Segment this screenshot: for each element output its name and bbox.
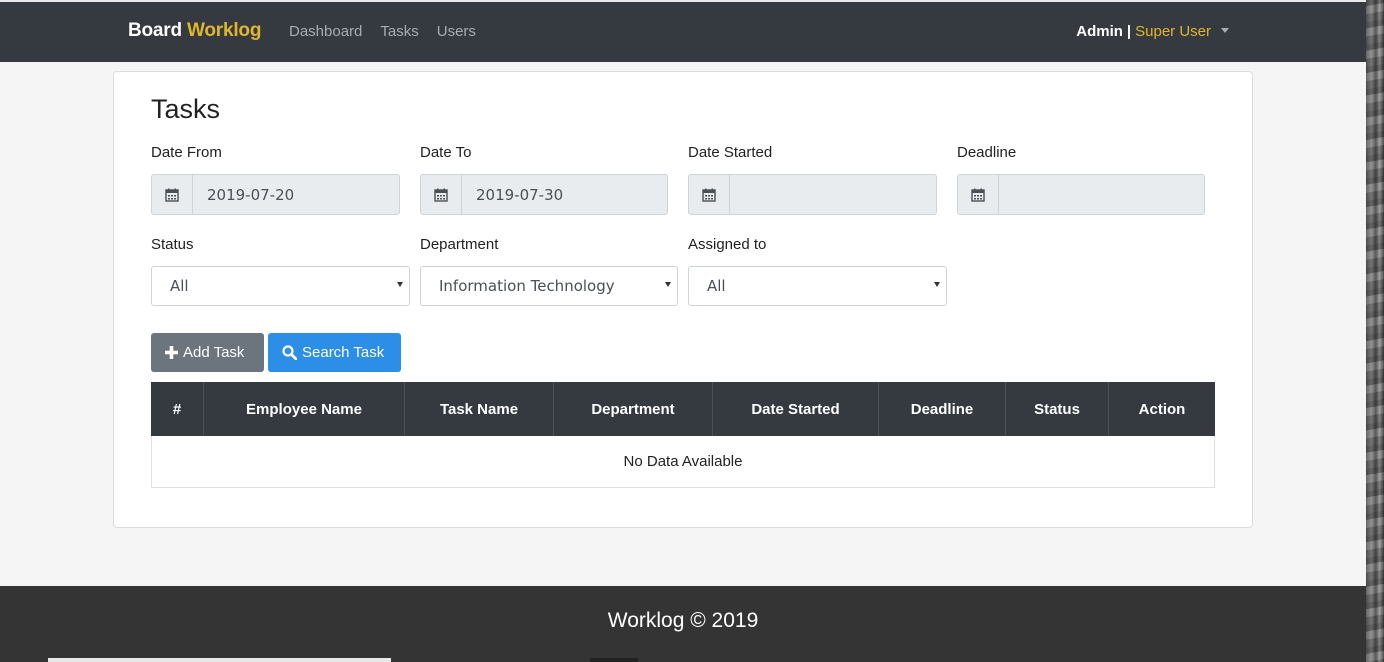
- empty-table-row: No Data Available: [151, 436, 1215, 488]
- date-started-label: Date Started: [688, 144, 773, 161]
- column-header-department[interactable]: Department: [554, 382, 713, 436]
- brand-logo[interactable]: Board Worklog: [128, 20, 261, 42]
- deadline-input[interactable]: [999, 174, 1205, 215]
- navbar: Board Worklog Dashboard Tasks Users Admi…: [0, 2, 1366, 62]
- table-header: # Employee Name Task Name Department Dat…: [151, 382, 1215, 436]
- status-select-value: All: [170, 277, 189, 295]
- footer-copyright: Worklog © 2019: [607, 609, 759, 632]
- calendar-icon[interactable]: [957, 174, 999, 215]
- column-header-status[interactable]: Status: [1006, 382, 1109, 436]
- user-role: Super User: [1135, 23, 1211, 40]
- user-separator: |: [1126, 23, 1132, 40]
- assigned-to-select[interactable]: All: [688, 266, 947, 306]
- calendar-icon[interactable]: [151, 174, 193, 215]
- user-name: Admin: [1076, 23, 1123, 40]
- date-from-group: 2019-07-20: [151, 174, 400, 215]
- plus-icon: [165, 346, 178, 359]
- nav-links: Dashboard Tasks Users: [289, 23, 476, 40]
- caret-down-icon: [1221, 27, 1229, 33]
- calendar-icon[interactable]: [688, 174, 730, 215]
- department-select-value: Information Technology: [439, 277, 615, 295]
- search-task-label: Search Task: [302, 344, 385, 361]
- department-label: Department: [420, 236, 499, 253]
- footer: Worklog © 2019: [0, 586, 1366, 662]
- taskbar-fragment: [590, 658, 638, 662]
- status-select[interactable]: All: [151, 266, 410, 306]
- nav-link-tasks[interactable]: Tasks: [380, 23, 418, 40]
- column-header-deadline[interactable]: Deadline: [879, 382, 1006, 436]
- assigned-to-label: Assigned to: [688, 236, 767, 253]
- dropdown-arrow-icon: [934, 282, 940, 287]
- page-title: Tasks: [151, 94, 221, 124]
- calendar-icon[interactable]: [420, 174, 462, 215]
- search-icon: [282, 345, 297, 360]
- tasks-table: # Employee Name Task Name Department Dat…: [151, 382, 1215, 488]
- date-to-group: 2019-07-30: [420, 174, 668, 215]
- assigned-to-select-value: All: [707, 277, 726, 295]
- dropdown-arrow-icon: [665, 282, 671, 287]
- column-header-date-started[interactable]: Date Started: [713, 382, 879, 436]
- date-from-input[interactable]: 2019-07-20: [193, 174, 400, 215]
- add-task-label: Add Task: [183, 344, 245, 361]
- brand-text-worklog: Worklog: [187, 20, 262, 41]
- column-header-action[interactable]: Action: [1109, 382, 1215, 436]
- user-menu-dropdown[interactable]: Admin | Super User: [1076, 23, 1229, 40]
- desktop-background: [1366, 0, 1384, 662]
- deadline-label: Deadline: [957, 144, 1017, 161]
- date-from-label: Date From: [151, 144, 222, 161]
- nav-link-users[interactable]: Users: [437, 23, 476, 40]
- nav-link-dashboard[interactable]: Dashboard: [289, 23, 362, 40]
- status-label: Status: [151, 236, 194, 253]
- taskbar-fragment: [48, 658, 391, 662]
- add-task-button[interactable]: Add Task: [151, 333, 264, 372]
- date-started-input[interactable]: [730, 174, 937, 215]
- date-to-input[interactable]: 2019-07-30: [462, 174, 668, 215]
- date-to-label: Date To: [420, 144, 472, 161]
- column-header-task-name[interactable]: Task Name: [405, 382, 554, 436]
- deadline-group: [957, 174, 1205, 215]
- brand-text-board: Board: [128, 20, 182, 41]
- browser-viewport: Board Worklog Dashboard Tasks Users Admi…: [0, 0, 1366, 662]
- dropdown-arrow-icon: [397, 282, 403, 287]
- column-header-number[interactable]: #: [151, 382, 204, 436]
- date-started-group: [688, 174, 937, 215]
- search-task-button[interactable]: Search Task: [268, 333, 401, 372]
- column-header-employee-name[interactable]: Employee Name: [204, 382, 405, 436]
- empty-message: No Data Available: [623, 453, 743, 470]
- tasks-card: Tasks Date From Date To Date Started Dea…: [113, 71, 1253, 528]
- department-select[interactable]: Information Technology: [420, 266, 678, 306]
